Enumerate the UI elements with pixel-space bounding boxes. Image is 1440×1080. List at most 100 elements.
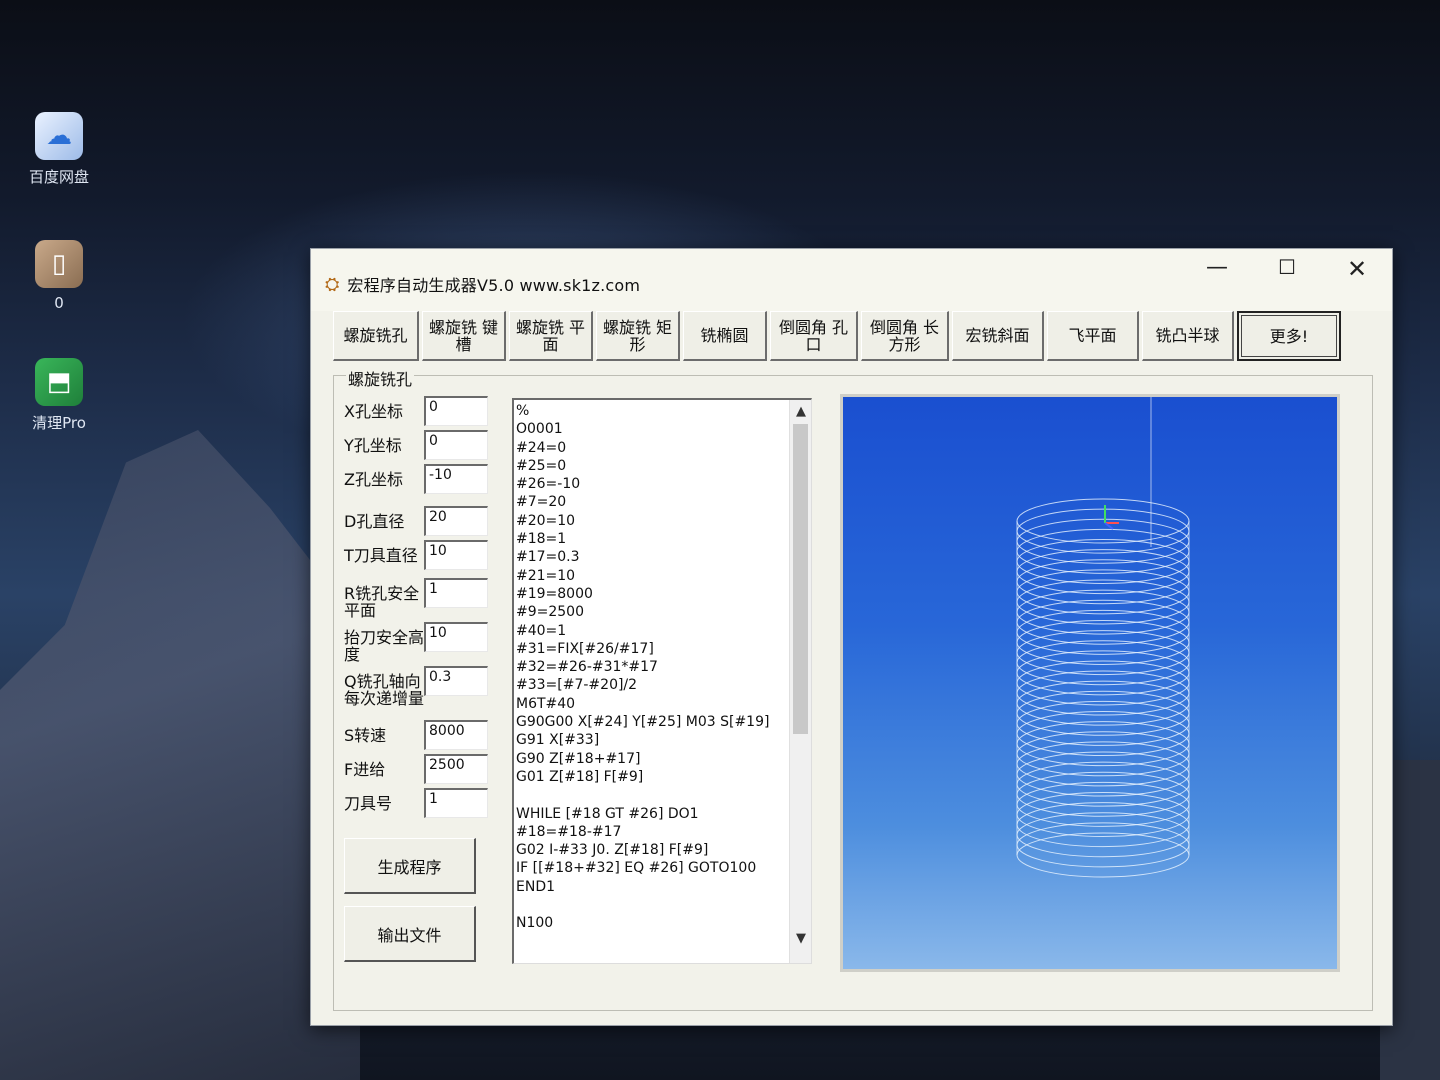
desktop-icon-label: 清理Pro bbox=[32, 414, 86, 432]
helix-turn bbox=[1016, 832, 1190, 878]
helix-turn bbox=[1016, 721, 1190, 767]
desktop-icon-label: 百度网盘 bbox=[28, 168, 89, 186]
tab-6[interactable]: 倒圆角 长方形 bbox=[861, 311, 949, 361]
code-line: #7=20 bbox=[516, 494, 567, 511]
tab-0[interactable]: 螺旋铣孔 bbox=[333, 311, 419, 361]
helix-turn bbox=[1016, 660, 1190, 706]
helix-turn bbox=[1016, 518, 1190, 564]
gcode-text[interactable]: % O0001 #24=0 #25=0 #26=-10 #7=20 #20=10 #18=1 #… bbox=[516, 402, 788, 933]
field-input[interactable]: 2500 bbox=[424, 754, 488, 784]
helix-turn bbox=[1016, 670, 1190, 716]
desktop-icon-cleaner[interactable]: ⬒ 清理Pro bbox=[14, 358, 104, 433]
field-input[interactable]: 1 bbox=[424, 788, 488, 818]
helix-turn bbox=[1016, 680, 1190, 726]
tab-8[interactable]: 飞平面 bbox=[1047, 311, 1139, 361]
tab-10[interactable]: 更多! bbox=[1237, 311, 1341, 361]
baidu-netdisk-icon: ☁ bbox=[35, 112, 83, 160]
code-line: #21=10 bbox=[516, 567, 576, 584]
helix-turn bbox=[1016, 792, 1190, 838]
code-line: #25=0 bbox=[516, 457, 567, 474]
code-line: #32=#26-#31*#17 bbox=[516, 659, 658, 676]
code-line: #18=#18-#17 bbox=[516, 823, 622, 840]
scroll-thumb[interactable] bbox=[793, 424, 808, 734]
helix-turn bbox=[1016, 690, 1190, 736]
field-label: T刀具直径 bbox=[344, 546, 418, 565]
field-input[interactable]: 10 bbox=[424, 540, 488, 570]
field-label: X孔坐标 bbox=[344, 402, 403, 421]
desktop-icon-baidu[interactable]: ☁ 百度网盘 bbox=[14, 112, 104, 187]
helix-turn bbox=[1016, 802, 1190, 848]
code-output[interactable]: % O0001 #24=0 #25=0 #26=-10 #7=20 #20=10 #18=1 #… bbox=[512, 398, 812, 964]
helix-turn bbox=[1016, 822, 1190, 868]
helix-turn bbox=[1016, 549, 1190, 595]
minimize-button[interactable]: — bbox=[1187, 255, 1247, 280]
code-line: #40=1 bbox=[516, 622, 567, 639]
field-input[interactable]: 0 bbox=[424, 430, 488, 460]
field-input[interactable]: 10 bbox=[424, 622, 488, 652]
code-line: G90G00 X[#24] Y[#25] M03 S[#19] bbox=[516, 714, 770, 731]
code-line: IF [[#18+#32] EQ #26] GOTO100 bbox=[516, 860, 757, 877]
code-line: #17=0.3 bbox=[516, 549, 580, 566]
tab-7[interactable]: 宏铣斜面 bbox=[952, 311, 1044, 361]
code-line: END1 bbox=[516, 878, 556, 895]
scroll-up-icon[interactable]: ▲ bbox=[790, 400, 811, 422]
field-input[interactable]: 8000 bbox=[424, 720, 488, 750]
code-line: #20=10 bbox=[516, 512, 576, 529]
tab-5[interactable]: 倒圆角 孔口 bbox=[770, 311, 858, 361]
desktop-wallpaper-mountain bbox=[0, 430, 360, 1080]
field-label: F进给 bbox=[344, 760, 386, 779]
helix-turn bbox=[1016, 640, 1190, 686]
close-button[interactable]: ✕ bbox=[1327, 255, 1387, 283]
code-line: #33=[#7-#20]/2 bbox=[516, 677, 638, 694]
code-line: % bbox=[516, 403, 530, 419]
code-line: G91 X[#33] bbox=[516, 732, 600, 749]
helix-turn bbox=[1016, 569, 1190, 615]
maximize-button[interactable]: ☐ bbox=[1257, 255, 1317, 279]
field-input[interactable]: 0.3 bbox=[424, 666, 488, 696]
helix-turn bbox=[1016, 781, 1190, 827]
app-logo-icon: ⛭ bbox=[325, 273, 340, 295]
scroll-down-icon[interactable]: ▼ bbox=[790, 927, 811, 949]
field-input[interactable]: -10 bbox=[424, 464, 488, 494]
helix-turn bbox=[1016, 599, 1190, 645]
field-label: Y孔坐标 bbox=[344, 436, 402, 455]
helix-turn bbox=[1016, 650, 1190, 696]
tab-9[interactable]: 铣凸半球 bbox=[1142, 311, 1234, 361]
helix-turn bbox=[1016, 761, 1190, 807]
code-line: WHILE [#18 GT #26] DO1 bbox=[516, 805, 699, 822]
helix-turn bbox=[1016, 700, 1190, 746]
helix-turn bbox=[1016, 528, 1190, 574]
field-input[interactable]: 0 bbox=[424, 396, 488, 426]
title-bar[interactable]: ⛭ 宏程序自动生成器V5.0 www.sk1z.com — ☐ ✕ bbox=[311, 249, 1392, 311]
helix-turn bbox=[1016, 751, 1190, 797]
helix-turn bbox=[1016, 771, 1190, 817]
code-line: G02 I-#33 J0. Z[#18] F[#9] bbox=[516, 842, 709, 859]
toolpath-preview[interactable] bbox=[840, 394, 1340, 972]
field-label: S转速 bbox=[344, 726, 387, 745]
field-label: R铣孔安全平面 bbox=[344, 584, 420, 620]
helix-turn bbox=[1016, 741, 1190, 787]
mode-tabs: 螺旋铣孔 螺旋铣 键槽 螺旋铣 平面 螺旋铣 矩形 铣椭圆 倒圆角 孔口 倒圆角 长方形 宏铣… bbox=[333, 311, 1341, 361]
tab-3[interactable]: 螺旋铣 矩形 bbox=[596, 311, 680, 361]
tab-4[interactable]: 铣椭圆 bbox=[683, 311, 767, 361]
field-label: 抬刀安全高度 bbox=[344, 628, 425, 664]
code-line: #18=1 bbox=[516, 531, 567, 548]
helix-turn bbox=[1016, 579, 1190, 625]
tab-1[interactable]: 螺旋铣 键槽 bbox=[422, 311, 506, 361]
helix-turn bbox=[1016, 731, 1190, 777]
code-scrollbar[interactable]: ▲ ▼ bbox=[789, 400, 811, 963]
field-input[interactable]: 1 bbox=[424, 578, 488, 608]
field-label: 刀具号 bbox=[344, 794, 393, 813]
tab-2[interactable]: 螺旋铣 平面 bbox=[509, 311, 593, 361]
helix-turn bbox=[1016, 589, 1190, 635]
code-line: M6T#40 bbox=[516, 695, 576, 712]
app-window: ⛭ 宏程序自动生成器V5.0 www.sk1z.com — ☐ ✕ 螺旋铣孔 螺旋… bbox=[310, 248, 1393, 1026]
field-input[interactable]: 20 bbox=[424, 506, 488, 536]
export-file-button[interactable]: 输出文件 bbox=[344, 906, 476, 962]
window-title: 宏程序自动生成器V5.0 www.sk1z.com bbox=[347, 276, 641, 295]
generate-program-button[interactable]: 生成程序 bbox=[344, 838, 476, 894]
code-line: #9=2500 bbox=[516, 604, 584, 621]
desktop-icon-file[interactable]: ▯ 0 bbox=[14, 240, 104, 312]
code-line: N100 bbox=[516, 915, 554, 932]
